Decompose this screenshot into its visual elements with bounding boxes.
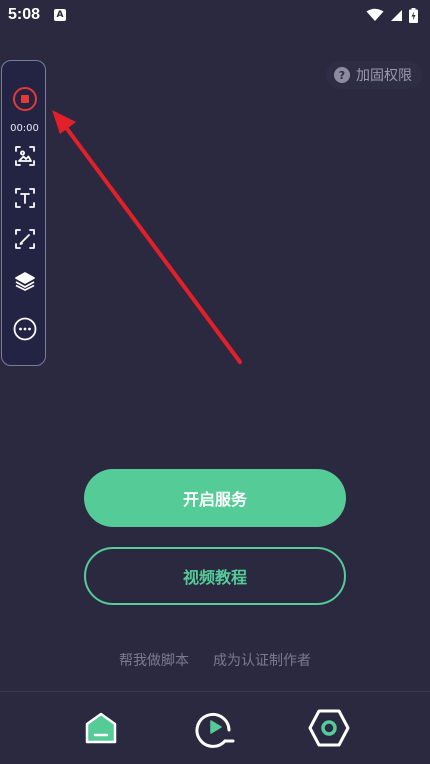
status-right xyxy=(366,7,418,23)
help-icon: ? xyxy=(334,67,350,83)
harden-permission-label: 加固权限 xyxy=(356,68,412,84)
text-capture-button[interactable] xyxy=(2,185,47,211)
become-certified-creator-link[interactable]: 成为认证制作者 xyxy=(213,650,311,670)
wifi-icon xyxy=(366,8,384,21)
nav-play[interactable] xyxy=(190,703,240,753)
status-time: 5:08 xyxy=(8,6,41,23)
layers-button[interactable] xyxy=(2,268,47,294)
image-capture-icon xyxy=(14,146,35,166)
floating-toolbar[interactable]: 00:00 xyxy=(1,60,46,366)
status-bar: 5:08 A xyxy=(0,0,430,30)
bottom-nav xyxy=(0,692,430,764)
edit-area-button[interactable] xyxy=(2,226,47,252)
play-icon xyxy=(195,712,235,748)
battery-charging-icon xyxy=(409,7,418,23)
settings-icon xyxy=(308,709,350,747)
image-capture-button[interactable] xyxy=(2,143,47,169)
nav-settings[interactable] xyxy=(304,703,354,753)
home-icon xyxy=(85,712,117,744)
start-service-button[interactable]: 开启服务 xyxy=(84,469,346,527)
notification-a-icon: A xyxy=(54,9,67,21)
cellular-signal-icon xyxy=(391,9,402,21)
edit-area-icon xyxy=(14,229,35,249)
record-timer: 00:00 xyxy=(10,122,39,134)
more-button[interactable] xyxy=(2,316,47,342)
footer-links: 帮我做脚本 成为认证制作者 xyxy=(0,650,430,670)
harden-permission-button[interactable]: ? 加固权限 xyxy=(326,61,422,89)
nav-home[interactable] xyxy=(76,703,126,753)
help-make-script-link[interactable]: 帮我做脚本 xyxy=(119,650,189,670)
status-left: 5:08 A xyxy=(8,6,67,24)
video-tutorial-button[interactable]: 视频教程 xyxy=(84,547,346,605)
record-stop-icon xyxy=(12,87,37,111)
text-capture-icon xyxy=(14,188,35,208)
record-button[interactable] xyxy=(2,86,47,112)
layers-icon xyxy=(14,272,35,291)
more-icon xyxy=(13,317,36,341)
